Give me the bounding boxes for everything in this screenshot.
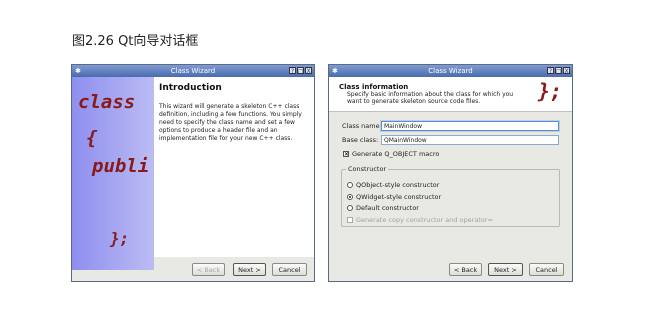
constructor-group-title: Constructor — [346, 165, 389, 173]
title-bar[interactable]: ✱ Class Wizard ? □ X — [72, 65, 314, 77]
page-description: Specify basic information about the clas… — [347, 91, 514, 105]
help-button[interactable]: ? — [289, 67, 296, 75]
window-menu-icon[interactable]: ✱ — [332, 65, 338, 77]
side-code-public: publi — [92, 155, 150, 177]
default-constructor-radio[interactable] — [347, 205, 353, 211]
side-code-brace-close: }; — [110, 229, 130, 248]
qobject-macro-checkbox[interactable]: ✕ — [343, 151, 349, 158]
page-header: Class information Specify basic informat… — [329, 77, 572, 112]
next-button[interactable]: Next > — [233, 263, 266, 276]
qwidget-constructor-radio[interactable] — [347, 194, 353, 200]
maximize-button[interactable]: □ — [555, 67, 562, 75]
page-title: Class information — [339, 83, 409, 91]
base-class-input[interactable]: QMainWindow — [381, 135, 559, 145]
constructor-group: Constructor QObject-style constructor QW… — [341, 165, 560, 227]
figure-caption: 图2.26 Qt向导对话框 — [72, 34, 199, 49]
copy-constructor-label: Generate copy constructor and operator= — [356, 216, 493, 224]
back-button[interactable]: < Back — [192, 263, 225, 276]
qwidget-constructor-label: QWidget-style constructor — [356, 193, 442, 201]
cancel-button[interactable]: Cancel — [272, 263, 307, 276]
side-code-class: class — [78, 91, 136, 113]
base-class-label: Base class: — [342, 136, 379, 144]
wizard-side-image: class { publi }; — [72, 77, 154, 270]
title-bar[interactable]: ✱ Class Wizard ? □ X — [329, 65, 572, 77]
copy-constructor-checkbox[interactable] — [347, 217, 353, 223]
header-logo: }; — [537, 79, 562, 103]
qobject-constructor-label: QObject-style constructor — [356, 181, 440, 189]
intro-title: Introduction — [159, 83, 222, 93]
window-title: Class Wizard — [428, 67, 473, 75]
next-button[interactable]: Next > — [488, 263, 523, 276]
maximize-button[interactable]: □ — [297, 67, 304, 75]
window-menu-icon[interactable]: ✱ — [75, 65, 81, 77]
class-wizard-info-window: ✱ Class Wizard ? □ X Class information S… — [328, 64, 573, 282]
class-name-label: Class name: — [342, 122, 382, 130]
intro-content: Introduction This wizard will generate a… — [154, 77, 314, 257]
class-wizard-intro-window: ✱ Class Wizard ? □ X class { publi }; In… — [71, 64, 315, 282]
close-button[interactable]: X — [305, 67, 312, 75]
help-button[interactable]: ? — [547, 67, 554, 75]
side-code-brace-open: { — [86, 127, 98, 149]
class-name-input[interactable]: MainWindow — [381, 121, 559, 131]
qobject-macro-label: Generate Q_OBJECT macro — [352, 150, 440, 158]
default-constructor-label: Default constructor — [356, 204, 419, 212]
close-button[interactable]: X — [563, 67, 570, 75]
qobject-constructor-radio[interactable] — [347, 182, 353, 188]
back-button[interactable]: < Back — [449, 263, 482, 276]
window-title: Class Wizard — [170, 67, 216, 75]
cancel-button[interactable]: Cancel — [529, 263, 564, 276]
intro-body: This wizard will generate a skeleton C++… — [159, 103, 302, 142]
